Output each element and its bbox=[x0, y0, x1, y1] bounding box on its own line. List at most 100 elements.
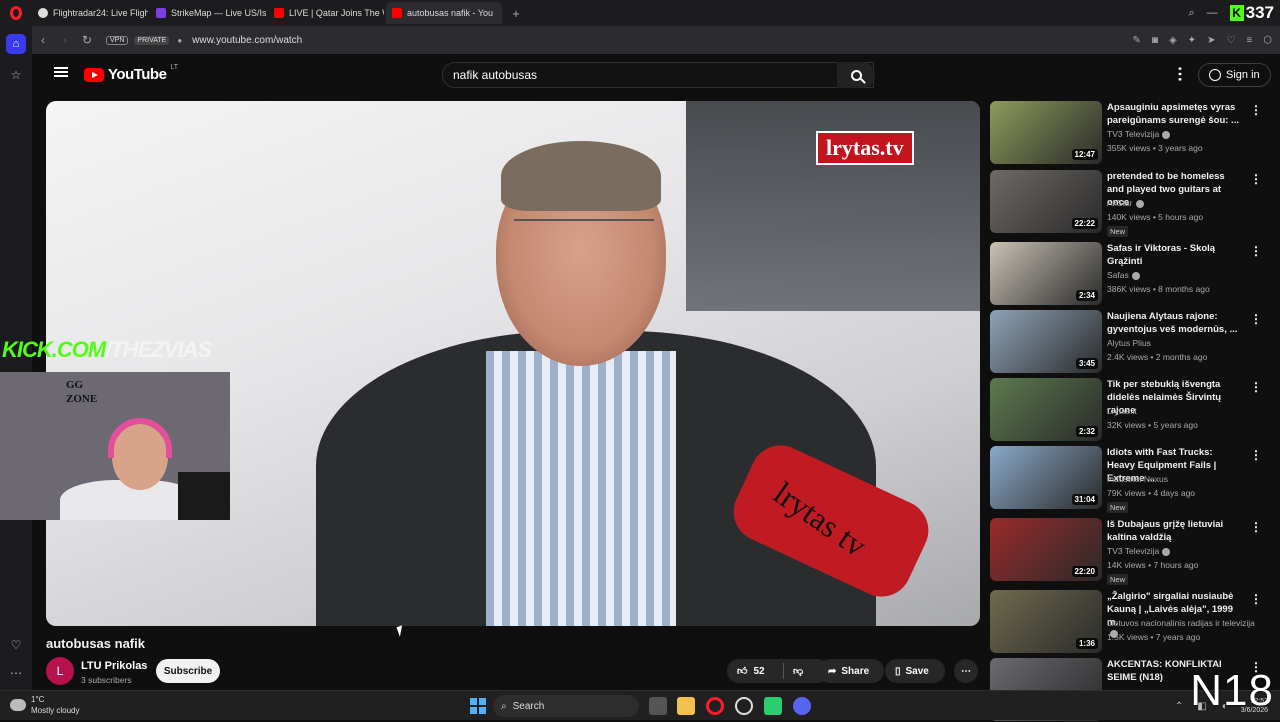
recommendation-item[interactable]: 22:22 pretended to be homeless and played… bbox=[990, 170, 1262, 237]
recommendation-channel[interactable]: TV3 Televizija bbox=[1107, 546, 1171, 556]
reload-icon[interactable]: ↻ bbox=[76, 33, 98, 47]
new-tab-button[interactable]: + bbox=[508, 5, 524, 21]
recommendation-title[interactable]: Iš Dubajaus grįžę lietuviai kaltina vald… bbox=[1107, 518, 1239, 544]
recommendation-menu-icon[interactable]: ⋮ bbox=[1250, 244, 1262, 258]
recommendation-menu-icon[interactable]: ⋮ bbox=[1250, 380, 1262, 394]
opera-taskbar-icon[interactable] bbox=[706, 697, 724, 715]
recommendation-item[interactable]: 3:45 Naujiena Alytaus rajone: gyventojus … bbox=[990, 310, 1262, 374]
tab-flightradar[interactable]: Flightradar24: Live Flight T bbox=[32, 2, 148, 24]
weather-widget[interactable]: 1°C Mostly cloudy bbox=[10, 694, 79, 716]
taskbar-search[interactable]: ⌕ Search bbox=[493, 695, 639, 717]
recommendation-title[interactable]: Naujiena Alytaus rajone: gyventojus veš … bbox=[1107, 310, 1239, 336]
obs-icon[interactable] bbox=[735, 697, 753, 715]
search-tabs-icon[interactable]: ⌕ bbox=[1188, 7, 1194, 20]
recommendation-item[interactable]: 22:20 Iš Dubajaus grįžę lietuviai kaltina… bbox=[990, 518, 1262, 585]
thumbs-down-icon: 👎︎ bbox=[793, 666, 804, 677]
like-button[interactable]: 👍︎ 52 bbox=[737, 665, 765, 678]
recommendation-title[interactable]: Apsauginiu apsimetęs vyras pareigūnams s… bbox=[1107, 101, 1239, 127]
start-button-icon[interactable] bbox=[470, 698, 486, 714]
video-player[interactable]: lrytas tv lrytas.tv bbox=[46, 101, 980, 626]
kick-logo-icon: K bbox=[1229, 5, 1244, 21]
share-icon: ➦ bbox=[828, 665, 837, 677]
subscribe-button[interactable]: Subscribe bbox=[156, 659, 220, 683]
app-icon[interactable] bbox=[764, 697, 782, 715]
tab-live-qatar[interactable]: LIVE | Qatar Joins The WA bbox=[268, 2, 384, 24]
recommendation-item[interactable]: 2:34 Safas ir Viktoras - Skolą Grąžinti Sa… bbox=[990, 242, 1262, 306]
share-button[interactable]: ➦ Share bbox=[818, 659, 884, 683]
cube-icon[interactable]: ⬡ bbox=[1263, 35, 1272, 46]
task-view-icon[interactable] bbox=[649, 697, 667, 715]
send-icon[interactable]: ➤ bbox=[1207, 35, 1215, 46]
recommendation-meta: 1.5K views • 7 years ago bbox=[1107, 632, 1201, 642]
verified-check-icon bbox=[1162, 130, 1171, 139]
recommendation-menu-icon[interactable]: ⋮ bbox=[1250, 592, 1262, 606]
channel-name[interactable]: LTU Prikolas bbox=[81, 660, 147, 672]
youtube-logo[interactable]: YouTube LT bbox=[84, 64, 179, 83]
save-button[interactable]: ▯ Save bbox=[885, 659, 945, 683]
account-icon bbox=[1209, 69, 1221, 81]
star-icon[interactable]: ☆ bbox=[11, 68, 22, 82]
more-actions-button[interactable]: ⋯ bbox=[954, 659, 978, 683]
video-thumbnail[interactable]: 12:47 bbox=[990, 101, 1102, 164]
recommendation-channel[interactable]: Industrial Nexus bbox=[1107, 474, 1168, 484]
dislike-button[interactable]: 👎︎ bbox=[793, 665, 803, 677]
url-field[interactable]: www.youtube.com/watch bbox=[192, 35, 302, 46]
recommendation-menu-icon[interactable]: ⋮ bbox=[1250, 448, 1262, 462]
hamburger-menu-icon[interactable] bbox=[54, 67, 68, 77]
recommendation-item[interactable]: 12:47 Apsauginiu apsimetęs vyras pareigūn… bbox=[990, 101, 1262, 165]
edit-icon[interactable]: ✎ bbox=[1133, 35, 1141, 46]
recommendation-item[interactable]: 2:32 Tik per stebuklą išvengta didelės ne… bbox=[990, 378, 1262, 442]
recommendation-channel[interactable]: Lrytas.lt bbox=[1107, 406, 1137, 416]
search-input[interactable]: nafik autobusas × bbox=[442, 62, 874, 88]
tab-strikemap[interactable]: StrikeMap — Live US/Isr bbox=[150, 2, 266, 24]
recommendation-channel[interactable]: Safas bbox=[1107, 270, 1140, 280]
recommendation-channel[interactable]: AkStar bbox=[1107, 198, 1144, 208]
more-icon[interactable]: ⋯ bbox=[10, 666, 22, 680]
search-icon: ⌕ bbox=[501, 700, 507, 712]
extensions-icon[interactable]: ✦ bbox=[1188, 35, 1196, 46]
recommendation-menu-icon[interactable]: ⋮ bbox=[1250, 103, 1262, 117]
search-button[interactable] bbox=[837, 62, 875, 88]
video-thumbnail[interactable]: 22:22 bbox=[990, 170, 1102, 233]
chevron-up-icon[interactable]: ⌃ bbox=[1175, 701, 1183, 712]
tab-autobusas[interactable]: autobusas nafik - You bbox=[386, 2, 502, 24]
shield-icon[interactable]: ◈ bbox=[1169, 35, 1177, 46]
video-thumbnail[interactable]: 2:34 bbox=[990, 242, 1102, 305]
opera-logo-icon[interactable] bbox=[0, 0, 32, 26]
like-count: 52 bbox=[753, 665, 765, 677]
home-icon[interactable]: ⌂ bbox=[6, 34, 26, 54]
channel-avatar[interactable]: L bbox=[46, 657, 74, 685]
vpn-badge[interactable]: VPN bbox=[106, 35, 129, 45]
lock-icon[interactable]: ● bbox=[177, 36, 182, 45]
recommendation-menu-icon[interactable]: ⋮ bbox=[1250, 312, 1262, 326]
back-icon[interactable]: ‹ bbox=[32, 33, 54, 47]
channel-label: Alytus Plius bbox=[1107, 338, 1151, 348]
save-label: Save bbox=[905, 665, 929, 677]
recommendation-menu-icon[interactable]: ⋮ bbox=[1250, 520, 1262, 534]
video-thumbnail[interactable]: 22:20 bbox=[990, 518, 1102, 581]
video-thumbnail[interactable]: 2:32 bbox=[990, 378, 1102, 441]
video-thumbnail[interactable]: 3:45 bbox=[990, 310, 1102, 373]
forward-icon[interactable]: › bbox=[54, 33, 76, 47]
heart-icon[interactable]: ♡ bbox=[11, 638, 22, 652]
recommendation-item[interactable]: 31:04 Idiots with Fast Trucks: Heavy Equi… bbox=[990, 446, 1262, 513]
channel-label: TV3 Televizija bbox=[1107, 546, 1160, 556]
file-explorer-icon[interactable] bbox=[677, 697, 695, 715]
discord-icon[interactable] bbox=[793, 697, 811, 715]
recommendation-item[interactable]: 1:36 „Žalgirio" sirgaliai nusiaubė Kauną … bbox=[990, 590, 1262, 654]
video-thumbnail[interactable]: 1:36 bbox=[990, 590, 1102, 653]
sign-in-button[interactable]: Sign in bbox=[1198, 63, 1271, 87]
windows-taskbar: 1°C Mostly cloudy ⌕ Search ⌃ ◧ ◖ 12:53 3… bbox=[0, 690, 1280, 720]
recommendation-channel[interactable]: TV3 Televizija bbox=[1107, 129, 1171, 139]
recommendation-menu-icon[interactable]: ⋮ bbox=[1250, 172, 1262, 186]
camera-icon[interactable]: ◙ bbox=[1152, 35, 1158, 46]
address-bar: ‹ › ↻ VPN PRIVATE ● www.youtube.com/watc… bbox=[32, 26, 1280, 54]
recommendation-channel[interactable]: Alytus Plius bbox=[1107, 338, 1151, 348]
country-code: LT bbox=[170, 64, 179, 71]
menu-icon[interactable]: ≡ bbox=[1246, 35, 1252, 46]
heart-outline-icon[interactable]: ♡ bbox=[1226, 35, 1235, 46]
video-thumbnail[interactable]: 31:04 bbox=[990, 446, 1102, 509]
recommendation-title[interactable]: Safas ir Viktoras - Skolą Grąžinti bbox=[1107, 242, 1239, 268]
minimize-icon[interactable]: — bbox=[1207, 7, 1218, 19]
settings-menu-icon[interactable]: ⋯ bbox=[1170, 66, 1189, 79]
